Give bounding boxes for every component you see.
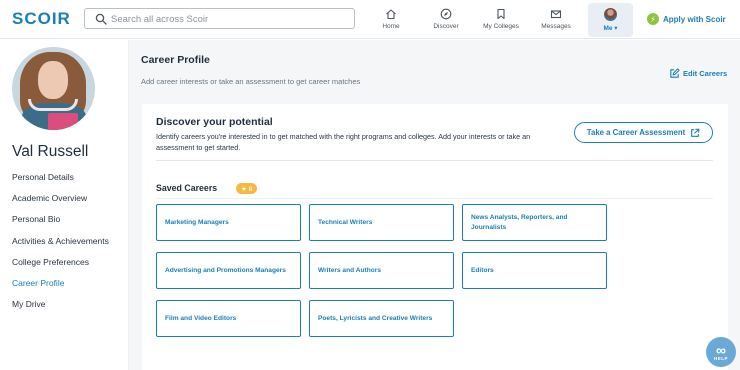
career-tile-label: Writers and Authors bbox=[318, 266, 382, 274]
discover-description: Identify careers you're interested in to… bbox=[156, 132, 531, 152]
nav-home[interactable]: Home bbox=[374, 0, 408, 39]
discover-title: Discover your potential bbox=[156, 116, 273, 128]
saved-careers-title: Saved Careers bbox=[156, 183, 218, 193]
career-tile[interactable]: Advertising and Promotions Managers bbox=[156, 252, 301, 289]
sidebar-item-personal-bio[interactable]: Personal Bio bbox=[12, 214, 109, 235]
nav-messages[interactable]: Messages bbox=[537, 0, 575, 39]
scoir-logo[interactable]: SCOIR bbox=[12, 9, 71, 29]
bookmark-icon bbox=[497, 8, 505, 20]
career-tile-label: Advertising and Promotions Managers bbox=[165, 266, 286, 274]
apply-with-scoir-label: Apply with Scoir bbox=[663, 14, 726, 24]
main-content: Career Profile Add career interests or t… bbox=[129, 40, 740, 370]
help-button[interactable]: ∞ HELP bbox=[706, 337, 736, 367]
sidebar-item-career-profile[interactable]: Career Profile bbox=[12, 278, 109, 299]
profile-photo[interactable] bbox=[12, 47, 95, 130]
compass-icon bbox=[440, 8, 452, 20]
edit-icon bbox=[670, 68, 680, 78]
career-tile-label: Marketing Managers bbox=[165, 218, 229, 226]
career-tile-label: Film and Video Editors bbox=[165, 314, 237, 322]
nav-discover-label: Discover bbox=[433, 23, 459, 30]
career-tile-label: Technical Writers bbox=[318, 218, 373, 226]
saved-careers-count-badge: ★ 8 bbox=[236, 183, 258, 194]
search-input[interactable] bbox=[111, 11, 351, 27]
page-subtitle: Add career interests or take an assessme… bbox=[141, 77, 361, 86]
sidebar-item-my-drive[interactable]: My Drive bbox=[12, 299, 109, 320]
profile-menu: Personal Details Academic Overview Perso… bbox=[12, 172, 109, 320]
help-label: HELP bbox=[713, 355, 728, 361]
career-tile-label: Editors bbox=[471, 266, 494, 274]
profile-name: Val Russell bbox=[12, 143, 89, 160]
section-divider bbox=[156, 160, 713, 161]
lightning-icon: ⚡ bbox=[647, 13, 659, 25]
career-tile[interactable]: Poets, Lyricists and Creative Writers bbox=[309, 300, 454, 337]
edit-careers-label: Edit Careers bbox=[683, 69, 728, 78]
sidebar-item-college-preferences[interactable]: College Preferences bbox=[12, 257, 109, 278]
take-career-assessment-button[interactable]: Take a Career Assessment bbox=[574, 122, 713, 143]
nav-me-label: Me ▾ bbox=[603, 25, 618, 32]
career-tile[interactable]: Editors bbox=[462, 252, 607, 289]
edit-careers-button[interactable]: Edit Careers bbox=[669, 68, 727, 79]
external-link-icon bbox=[691, 128, 700, 137]
career-card: Discover your potential Identify careers… bbox=[142, 104, 728, 370]
infinity-icon: ∞ bbox=[716, 341, 726, 358]
nav-my-colleges-label: My Colleges bbox=[483, 23, 519, 30]
nav-home-label: Home bbox=[382, 23, 400, 30]
career-tile-label: News Analysts, Reporters, and Journalist… bbox=[471, 213, 568, 231]
take-career-assessment-label: Take a Career Assessment bbox=[586, 128, 686, 137]
career-tile[interactable]: Writers and Authors bbox=[309, 252, 454, 289]
career-tile[interactable]: Film and Video Editors bbox=[156, 300, 301, 337]
avatar bbox=[604, 8, 617, 21]
search-icon bbox=[95, 13, 107, 25]
mail-icon bbox=[550, 10, 562, 19]
sidebar-item-activities-achievements[interactable]: Activities & Achievements bbox=[12, 236, 109, 257]
page-title: Career Profile bbox=[141, 54, 210, 66]
career-tile-label: Poets, Lyricists and Creative Writers bbox=[318, 314, 433, 322]
nav-messages-label: Messages bbox=[541, 23, 571, 30]
career-tile[interactable]: Technical Writers bbox=[309, 204, 454, 241]
sidebar-item-academic-overview[interactable]: Academic Overview bbox=[12, 193, 109, 214]
search-box[interactable] bbox=[84, 8, 355, 29]
profile-sidebar: Val Russell Personal Details Academic Ov… bbox=[0, 40, 129, 370]
apply-with-scoir-link[interactable]: ⚡ Apply with Scoir bbox=[647, 12, 726, 26]
home-icon bbox=[386, 9, 396, 20]
nav-my-colleges[interactable]: My Colleges bbox=[480, 0, 522, 39]
nav-discover[interactable]: Discover bbox=[427, 0, 465, 39]
career-tile[interactable]: Marketing Managers bbox=[156, 204, 301, 241]
nav-me-menu[interactable]: Me ▾ bbox=[588, 3, 633, 37]
sidebar-item-personal-details[interactable]: Personal Details bbox=[12, 172, 109, 193]
top-navigation-bar: SCOIR Home Discover My Colleges Messages bbox=[0, 0, 740, 39]
career-tile[interactable]: News Analysts, Reporters, and Journalist… bbox=[462, 204, 607, 241]
saved-divider bbox=[156, 198, 713, 199]
